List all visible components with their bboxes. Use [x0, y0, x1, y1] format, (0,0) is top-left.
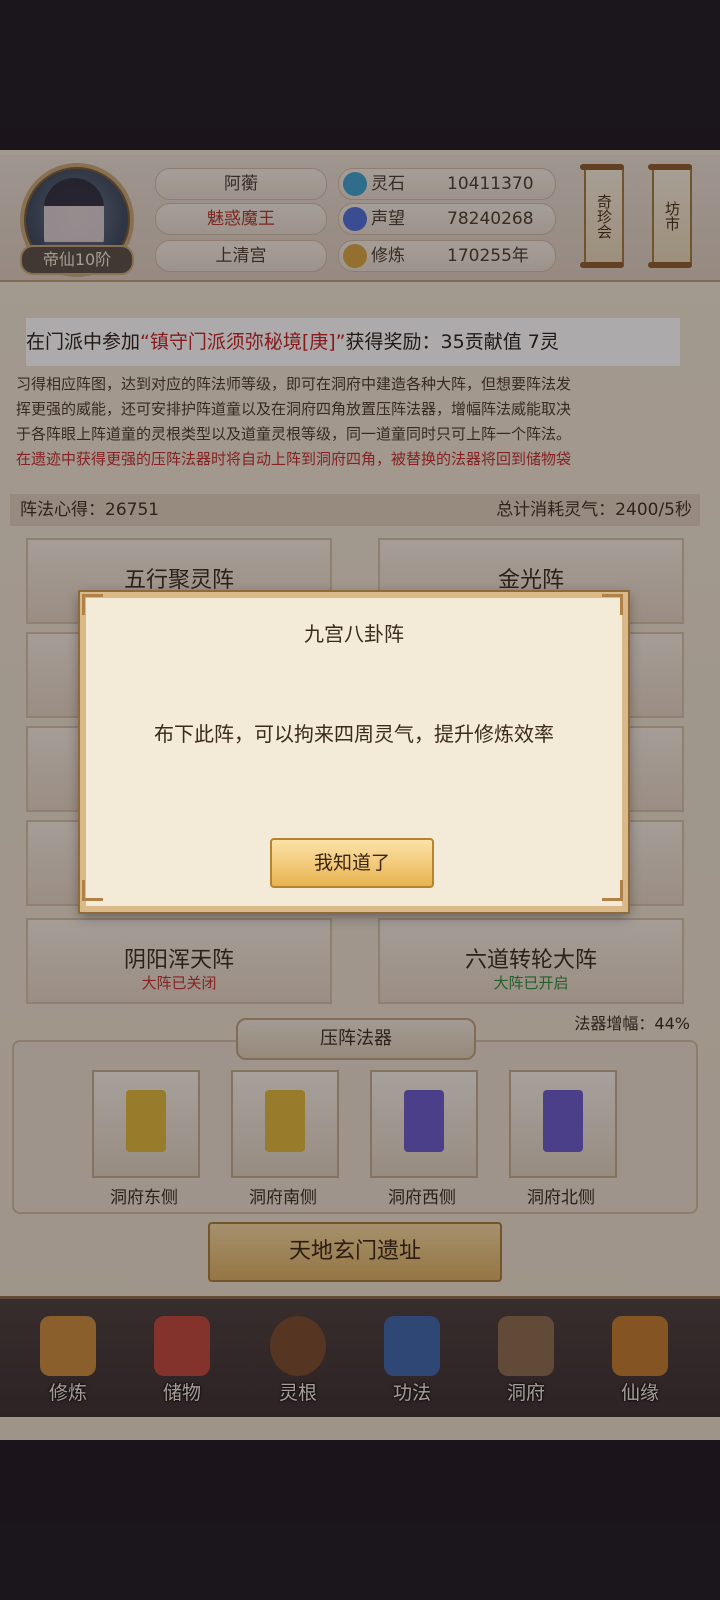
dialog-corner-ornament — [82, 594, 103, 615]
dialog-corner-ornament — [602, 880, 623, 901]
dialog-corner-ornament — [82, 880, 103, 901]
dialog-body: 布下此阵，可以拘来四周灵气，提升修炼效率 — [154, 722, 554, 746]
confirm-button[interactable]: 我知道了 — [270, 838, 434, 888]
dialog-title: 九宫八卦阵 — [304, 622, 404, 646]
dialog-corner-ornament — [602, 594, 623, 615]
